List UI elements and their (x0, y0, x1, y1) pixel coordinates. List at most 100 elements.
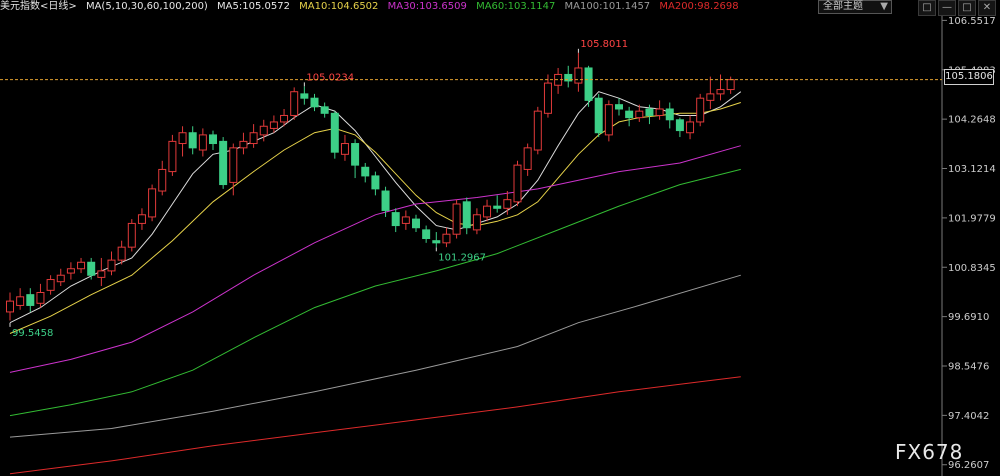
candle-body (483, 205, 492, 218)
candle-body (290, 91, 299, 116)
candle-body (340, 143, 349, 155)
ma-params-label: MA(5,10,30,60,100,200) (85, 1, 208, 12)
annotation-text: 101.2967 (438, 252, 486, 263)
ma60-value: MA60:103.1147 (476, 1, 556, 12)
candle (168, 134, 177, 176)
candle-body (198, 134, 207, 151)
restore-button[interactable]: □ (918, 0, 936, 16)
candle-body (36, 291, 45, 304)
ma10-value: MA10:104.6502 (299, 1, 379, 12)
candle (452, 199, 461, 239)
candle-body (635, 110, 644, 119)
annotation-text: 99.5458 (12, 328, 53, 339)
candle (584, 65, 593, 107)
candle-body (178, 132, 187, 145)
candle-body (137, 214, 146, 224)
candle-body (97, 270, 106, 278)
candle (127, 219, 136, 252)
candle-body (320, 106, 329, 114)
candle (696, 93, 705, 127)
candle-body (26, 294, 35, 306)
ma5-value: MA5:105.0572 (217, 1, 290, 12)
candle-body (280, 114, 289, 123)
chevron-down-icon: ▼ (880, 1, 888, 12)
candle-body (726, 79, 735, 91)
candle-body (665, 108, 674, 121)
candle-body (716, 89, 725, 95)
candle-body (391, 212, 400, 227)
window-controls: □ — □ ✕ (918, 0, 996, 16)
candle-body (706, 93, 715, 101)
candle-body (361, 166, 370, 177)
current-price-tag: 105.1806 (944, 69, 994, 85)
axis-label: 100.8345 (948, 263, 996, 274)
theme-selector-label: 全部主题 (823, 1, 863, 12)
candle-body (46, 279, 55, 291)
theme-selector[interactable]: 全部主题 ▼ (818, 0, 892, 14)
candle-body (422, 229, 431, 240)
candle-body (249, 132, 258, 145)
candle (219, 137, 228, 189)
candle-body (87, 261, 96, 276)
candle-body (158, 168, 167, 192)
candle-body (77, 261, 86, 270)
candle-body (696, 97, 705, 123)
close-button[interactable]: ✕ (978, 0, 996, 16)
candle-body (66, 268, 75, 274)
candle-body (117, 246, 126, 261)
candle-body (310, 97, 319, 108)
axis-label: 98.5476 (948, 362, 989, 373)
candle (533, 106, 542, 155)
candle-body (543, 82, 552, 114)
candle (513, 160, 522, 207)
candle-body (148, 188, 157, 218)
candle-body (56, 274, 65, 283)
candle-body (432, 240, 441, 244)
ma100-value: MA100:101.1457 (564, 1, 651, 12)
candle-body (533, 110, 542, 151)
candle-body (209, 134, 217, 145)
candle-body (168, 140, 177, 173)
candle-body (330, 112, 339, 153)
symbol-label: 美元指数 (0, 1, 40, 12)
candle-body (6, 300, 14, 313)
ma200-value: MA200:98.2698 (659, 1, 739, 12)
candle-body (513, 164, 522, 203)
candle-body (16, 296, 25, 306)
candle-body (219, 140, 228, 186)
candle-body (259, 125, 268, 136)
ma30-value: MA30:103.6509 (387, 1, 467, 12)
candle-body (127, 222, 136, 248)
annotation-text: 105.0234 (306, 72, 354, 83)
candle-body (351, 143, 360, 166)
candle-body (594, 97, 603, 134)
candle-body (452, 203, 461, 235)
candle-body (107, 259, 116, 272)
candle-body (300, 93, 309, 99)
axis-label: 106.5517 (948, 16, 996, 27)
axis-label: 103.1214 (948, 164, 996, 175)
candle (290, 87, 299, 120)
candle-body (503, 199, 512, 209)
axis-label: 99.6910 (948, 312, 989, 323)
minimize-button[interactable]: — (938, 0, 956, 16)
candle-body (655, 108, 664, 116)
candle-body (239, 140, 248, 149)
candle-body (472, 214, 481, 231)
period-label[interactable]: <日线> (40, 1, 77, 12)
candle-body (381, 190, 390, 211)
watermark-logo: FX678 (895, 440, 964, 464)
maximize-button[interactable]: □ (958, 0, 976, 16)
indicator-header: 美元指数<日线> MA(5,10,30,60,100,200) MA5:105.… (0, 0, 940, 14)
candle-body (188, 132, 197, 149)
candle-body (645, 108, 654, 116)
candle-body (371, 175, 380, 190)
candle-body (412, 218, 420, 229)
candle-body (523, 147, 532, 170)
candle-body (493, 205, 502, 209)
candle-body (229, 147, 238, 183)
candle-body (604, 104, 613, 136)
candlestick-chart: 106.5517105.4083104.2648103.1214101.9779… (0, 0, 1000, 476)
candle (148, 184, 157, 222)
candle-body (442, 233, 451, 244)
